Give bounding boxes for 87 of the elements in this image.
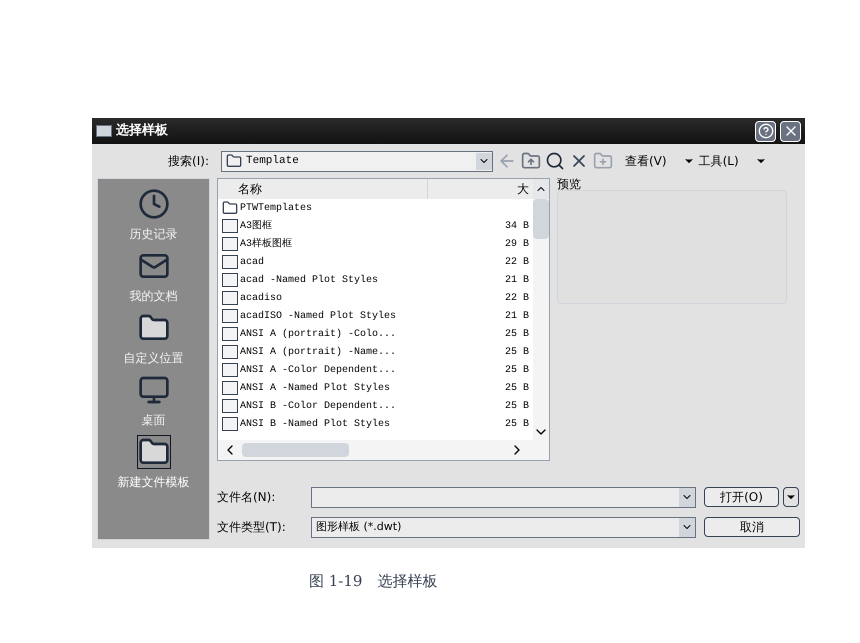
places-label: 自定义位置 xyxy=(124,350,184,367)
folder-icon xyxy=(226,153,242,169)
clock-icon xyxy=(138,188,170,220)
file-icon xyxy=(222,273,238,287)
file-icon xyxy=(222,327,238,341)
monitor-icon xyxy=(138,374,170,406)
file-icon xyxy=(222,309,238,323)
file-row[interactable]: ANSI A -Color Dependent... 25 B xyxy=(222,361,533,379)
file-row[interactable]: ANSI A (portrait) -Colo... 25 B xyxy=(222,325,533,343)
file-row[interactable]: acad -Named Plot Styles 21 B xyxy=(222,271,533,289)
file-size: 22 B xyxy=(504,256,530,270)
file-icon xyxy=(222,381,238,395)
tools-menu[interactable]: 工具(L) xyxy=(698,152,739,170)
file-size: 25 B xyxy=(504,346,530,360)
preview-label: 预览 xyxy=(557,178,582,190)
file-type-label: 文件类型(T): xyxy=(217,519,287,536)
file-row[interactable]: ANSI B -Named Plot Styles 25 B xyxy=(222,415,533,433)
location-value: Template xyxy=(246,154,300,169)
column-header[interactable]: 大 xyxy=(428,179,533,199)
file-name: acad -Named Plot Styles xyxy=(240,274,380,288)
file-type-dropdown[interactable]: 图形样板 (*.dwt) xyxy=(311,516,696,538)
places-label: 桌面 xyxy=(142,412,166,429)
file-icon xyxy=(222,399,238,413)
vertical-scrollbar[interactable] xyxy=(533,199,549,440)
horizontal-scrollbar[interactable] xyxy=(218,440,549,460)
file-name: acad xyxy=(240,256,266,270)
file-name: ANSI B -Named Plot Styles xyxy=(240,418,392,432)
file-row[interactable]: ANSI A (portrait) -Name... 25 B xyxy=(222,343,533,361)
file-size: 34 B xyxy=(504,220,530,234)
up-folder-icon[interactable] xyxy=(521,151,541,171)
file-row[interactable]: PTWTemplates xyxy=(222,199,533,217)
window-title: 选择样板 xyxy=(116,122,168,140)
file-name: ANSI A -Named Plot Styles xyxy=(240,382,392,396)
file-row[interactable]: acadISO -Named Plot Styles 21 B xyxy=(222,307,533,325)
file-row[interactable]: ANSI B -Color Dependent... 25 B xyxy=(222,397,533,415)
file-row[interactable]: acad 22 B xyxy=(222,253,533,271)
file-icon xyxy=(222,255,238,269)
app-icon xyxy=(96,125,112,137)
places-label: 我的文档 xyxy=(130,288,178,305)
search-label: 搜索(I): xyxy=(167,153,210,170)
file-icon xyxy=(222,345,238,359)
file-icon xyxy=(222,417,238,431)
location-dropdown[interactable]: Template xyxy=(221,150,493,172)
file-name: PTWTemplates xyxy=(240,202,314,216)
places-label: 新建文件模板 xyxy=(118,474,190,491)
file-name: A3图框 xyxy=(240,218,274,234)
file-row[interactable]: A3图框 34 B xyxy=(222,217,533,235)
file-row[interactable]: ANSI A -Named Plot Styles 25 B xyxy=(222,379,533,397)
file-size: 21 B xyxy=(504,274,530,288)
file-name-label: 文件名(N): xyxy=(217,489,276,506)
figure-caption: 图 1-19 选择样板 xyxy=(309,571,438,592)
file-size: 25 B xyxy=(504,382,530,396)
file-name: ANSI A -Color Dependent... xyxy=(240,364,398,378)
file-name: ANSI A (portrait) -Colo... xyxy=(240,328,398,342)
help-button[interactable] xyxy=(755,120,776,142)
file-size: 25 B xyxy=(504,418,530,432)
file-row[interactable]: A3样板图框 29 B xyxy=(222,235,533,253)
search-icon[interactable] xyxy=(545,151,565,171)
open-button[interactable]: 打开(O) xyxy=(704,487,779,507)
file-type-value: 图形样板 (*.dwt) xyxy=(316,518,402,535)
column-header[interactable]: 名称 xyxy=(218,179,428,199)
file-size: 25 B xyxy=(504,364,530,378)
question-icon xyxy=(758,123,774,139)
scroll-thumb[interactable] xyxy=(242,443,349,457)
file-name: A3样板图框 xyxy=(240,236,294,252)
close-button[interactable] xyxy=(780,120,801,142)
file-size: 29 B xyxy=(504,238,530,252)
file-name: acadISO -Named Plot Styles xyxy=(240,310,398,324)
file-icon xyxy=(222,237,238,251)
file-icon xyxy=(222,219,238,233)
file-row[interactable]: acadiso 22 B xyxy=(222,289,533,307)
file-name: ANSI A (portrait) -Name... xyxy=(240,346,398,360)
file-size: 25 B xyxy=(504,328,530,342)
scroll-up-icon[interactable] xyxy=(533,179,549,199)
scroll-thumb[interactable] xyxy=(533,199,549,239)
file-size: 25 B xyxy=(504,400,530,414)
file-name: acadiso xyxy=(240,292,284,306)
folder-icon xyxy=(222,200,238,216)
file-icon xyxy=(222,291,238,305)
file-name-field[interactable] xyxy=(311,486,696,508)
file-size: 21 B xyxy=(504,310,530,324)
cancel-button[interactable]: 取消 xyxy=(704,517,800,537)
file-icon xyxy=(222,363,238,377)
places-label: 历史记录 xyxy=(130,226,178,243)
file-name: ANSI B -Color Dependent... xyxy=(240,400,398,414)
file-size: 22 B xyxy=(504,292,530,306)
view-menu[interactable]: 查看(V) xyxy=(625,152,667,170)
